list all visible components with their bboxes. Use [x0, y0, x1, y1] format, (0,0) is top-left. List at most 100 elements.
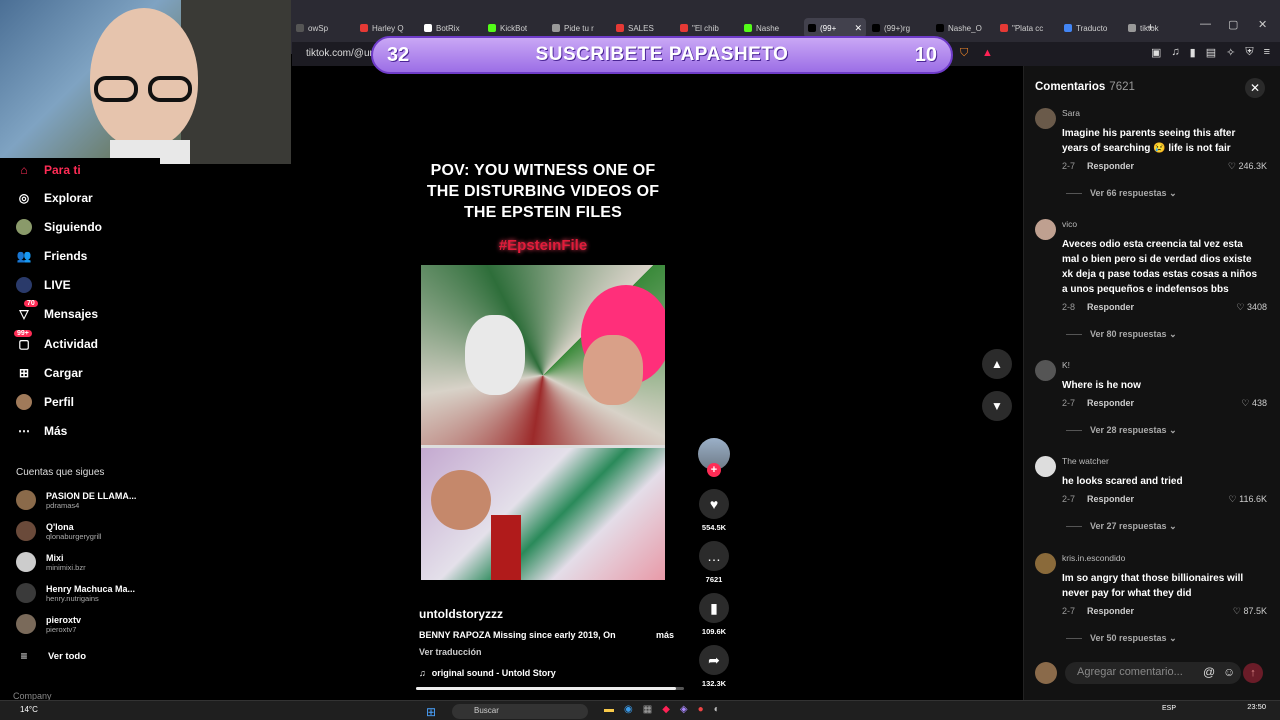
nav-explorar[interactable]: ◎ Explorar	[16, 190, 93, 206]
following-item[interactable]: pieroxtv pieroxtv7	[16, 614, 81, 634]
comment-action[interactable]: … 7621	[699, 541, 729, 584]
comment-like[interactable]: ♡ 87.5K	[1233, 606, 1267, 617]
comment-like[interactable]: ♡ 438	[1241, 398, 1267, 409]
avatar[interactable]	[1035, 108, 1056, 129]
nav-mensajes[interactable]: ▽ 70 Mensajes	[16, 300, 98, 322]
brave-icon[interactable]: ◆	[662, 704, 670, 715]
translate-link[interactable]: Ver traducción	[419, 647, 482, 657]
view-replies-button[interactable]: Ver 28 respuestas ⌄	[1066, 425, 1177, 436]
view-replies-button[interactable]: Ver 80 respuestas ⌄	[1066, 329, 1177, 340]
app-icon[interactable]: ◈	[680, 704, 688, 715]
reply-button[interactable]: Responder	[1087, 161, 1134, 171]
browser-tab[interactable]: Nashe	[740, 18, 802, 38]
nav-para-ti[interactable]: ⌂ Para ti	[16, 162, 80, 178]
comment-like[interactable]: ♡ 116.6K	[1229, 494, 1267, 505]
nav-perfil[interactable]: Perfil	[16, 394, 74, 410]
browser-tab[interactable]: Harley Q	[356, 18, 418, 38]
browser-tab[interactable]: tiktok	[1124, 18, 1186, 38]
following-item[interactable]: Henry Machuca Ma... henry.nutrigains	[16, 583, 135, 603]
windows-start-icon[interactable]: ⊞	[426, 705, 436, 719]
avatar[interactable]	[1035, 456, 1056, 477]
media-icon[interactable]: ♫	[1171, 46, 1179, 59]
rewards-icon[interactable]: ▲	[982, 47, 993, 59]
vpn-icon[interactable]: ⛨	[1245, 46, 1253, 59]
language-indicator[interactable]: ESP	[1162, 705, 1176, 712]
browser-tab[interactable]: KickBot	[484, 18, 546, 38]
store-icon[interactable]: ▦	[643, 704, 652, 715]
comment-user[interactable]: The watcher	[1062, 456, 1109, 466]
close-window-icon[interactable]: ✕	[1258, 18, 1267, 31]
browser-tab[interactable]: SALES	[612, 18, 674, 38]
more-button[interactable]: más	[656, 630, 674, 640]
new-tab-button[interactable]: +	[1147, 20, 1154, 34]
screenshot-icon[interactable]: ▣	[1151, 46, 1161, 59]
bookmark-icon[interactable]: ▮	[699, 593, 729, 623]
edge-icon[interactable]: ◉	[624, 704, 633, 715]
browser-tab[interactable]: Pide tu r	[548, 18, 610, 38]
follow-plus-button[interactable]: +	[707, 463, 721, 477]
see-all-link[interactable]: ≡ Ver todo	[16, 648, 86, 664]
save-action[interactable]: ▮ 109.6K	[699, 593, 729, 636]
send-button[interactable]: ↑	[1243, 663, 1263, 683]
avatar[interactable]	[1035, 360, 1056, 381]
video-player[interactable]	[421, 265, 665, 580]
nav-cargar[interactable]: ⊞ Cargar	[16, 365, 83, 381]
avatar[interactable]	[1035, 219, 1056, 240]
browser-tab[interactable]: Traducto	[1060, 18, 1122, 38]
browser-tab[interactable]: Nashe_O	[932, 18, 994, 38]
sidebar-icon[interactable]: ▮	[1190, 46, 1196, 59]
browser-tab[interactable]: BotRix	[420, 18, 482, 38]
view-replies-button[interactable]: Ver 50 respuestas ⌄	[1066, 633, 1177, 644]
emoji-icon[interactable]: ☺	[1223, 665, 1235, 679]
comment-user[interactable]: K!	[1062, 360, 1070, 370]
browser-tab[interactable]: owSp	[292, 18, 354, 38]
nav-live[interactable]: LIVE	[16, 277, 71, 293]
video-author-username[interactable]: untoldstoryzzz	[419, 607, 503, 621]
comment-user[interactable]: Sara	[1062, 108, 1080, 118]
close-comments-button[interactable]: ✕	[1245, 78, 1265, 98]
brave-shield-icon[interactable]: ⛉	[960, 47, 968, 60]
view-replies-button[interactable]: Ver 27 respuestas ⌄	[1066, 521, 1177, 532]
following-item[interactable]: Mixi minimixi.bzr	[16, 552, 86, 572]
mention-icon[interactable]: @	[1203, 665, 1215, 679]
taskbar-search[interactable]: Buscar	[452, 704, 588, 719]
heart-icon[interactable]: ♥	[699, 489, 729, 519]
app-icon[interactable]: ◐	[714, 704, 720, 715]
avatar[interactable]	[1035, 553, 1056, 574]
share-icon[interactable]: ➦	[699, 645, 729, 675]
reply-button[interactable]: Responder	[1087, 494, 1134, 504]
menu-icon[interactable]: ≡	[1264, 46, 1270, 59]
sound-link[interactable]: ♫ original sound - Untold Story	[419, 668, 556, 678]
browser-tab[interactable]: (99+)rg	[868, 18, 930, 38]
file-explorer-icon[interactable]: ▬	[604, 704, 614, 715]
ai-icon[interactable]: ✧	[1226, 46, 1235, 59]
view-replies-button[interactable]: Ver 66 respuestas ⌄	[1066, 188, 1177, 199]
maximize-icon[interactable]: ▢	[1228, 18, 1238, 31]
reply-button[interactable]: Responder	[1087, 302, 1134, 312]
following-item[interactable]: PASION DE LLAMA... pdramas4	[16, 490, 136, 510]
video-progress-bar[interactable]	[416, 687, 684, 690]
comment-like[interactable]: ♡ 246.3K	[1228, 161, 1267, 172]
comment-user[interactable]: kris.in.escondido	[1062, 553, 1125, 563]
url-text[interactable]: tiktok.com/@ur	[306, 48, 373, 59]
like-action[interactable]: ♥ 554.5K	[699, 489, 729, 532]
comment-like[interactable]: ♡ 3408	[1236, 302, 1267, 313]
nav-actividad[interactable]: ▢ 99+ Actividad	[14, 330, 98, 352]
clock[interactable]: 23:50	[1247, 703, 1266, 711]
browser-tab[interactable]: "Plata cc	[996, 18, 1058, 38]
previous-video-button[interactable]: ▲	[982, 349, 1012, 379]
comment-icon[interactable]: …	[699, 541, 729, 571]
app-icon[interactable]: ●	[698, 704, 704, 715]
browser-tab[interactable]: (99+ ✕	[804, 18, 866, 38]
comment-user[interactable]: vico	[1062, 219, 1077, 229]
close-tab-icon[interactable]: ✕	[854, 23, 862, 34]
browser-tab[interactable]: "El chib	[676, 18, 738, 38]
next-video-button[interactable]: ▼	[982, 391, 1012, 421]
weather-widget[interactable]: 14°C	[20, 705, 38, 714]
wallet-icon[interactable]: ▤	[1206, 46, 1216, 59]
nav-mas[interactable]: ⋯ Más	[16, 423, 67, 439]
reply-button[interactable]: Responder	[1087, 398, 1134, 408]
share-action[interactable]: ➦ 132.3K	[699, 645, 729, 688]
nav-siguiendo[interactable]: Siguiendo	[16, 219, 102, 235]
reply-button[interactable]: Responder	[1087, 606, 1134, 616]
